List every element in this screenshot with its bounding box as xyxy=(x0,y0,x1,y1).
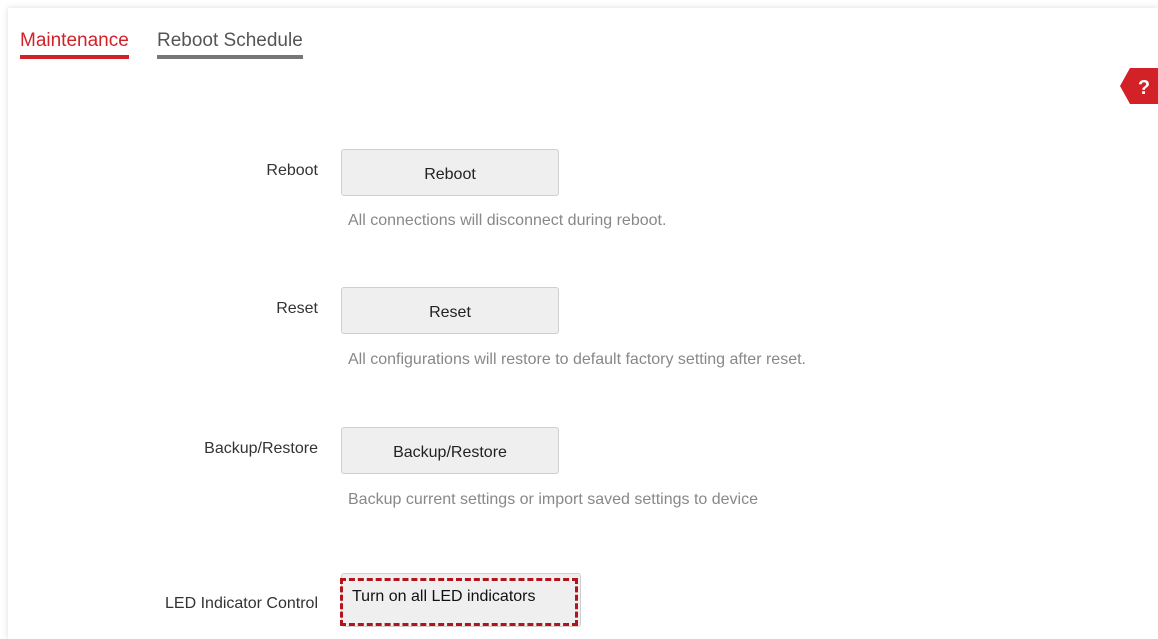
help-icon: ? xyxy=(1120,68,1158,104)
reset-hint: All configurations will restore to defau… xyxy=(348,351,806,368)
reboot-label: Reboot xyxy=(266,162,318,179)
maintenance-panel: Maintenance Reboot Schedule ? Reboot Reb… xyxy=(8,8,1158,639)
led-indicator-label: LED Indicator Control xyxy=(165,595,318,612)
reboot-button[interactable]: Reboot xyxy=(341,149,559,196)
reboot-hint: All connections will disconnect during r… xyxy=(348,212,667,229)
tab-maintenance[interactable]: Maintenance xyxy=(20,29,129,59)
reset-label: Reset xyxy=(276,300,318,317)
reset-button[interactable]: Reset xyxy=(341,287,559,334)
led-indicator-button[interactable]: Turn on all LED indicators xyxy=(340,573,581,627)
backup-restore-hint: Backup current settings or import saved … xyxy=(348,491,758,508)
tab-reboot-schedule[interactable]: Reboot Schedule xyxy=(157,29,303,59)
backup-restore-label: Backup/Restore xyxy=(204,440,318,457)
led-indicator-button-label: Turn on all LED indicators xyxy=(352,588,536,605)
help-button[interactable]: ? xyxy=(1120,68,1158,104)
backup-restore-button[interactable]: Backup/Restore xyxy=(341,427,559,474)
svg-text:?: ? xyxy=(1138,77,1150,99)
